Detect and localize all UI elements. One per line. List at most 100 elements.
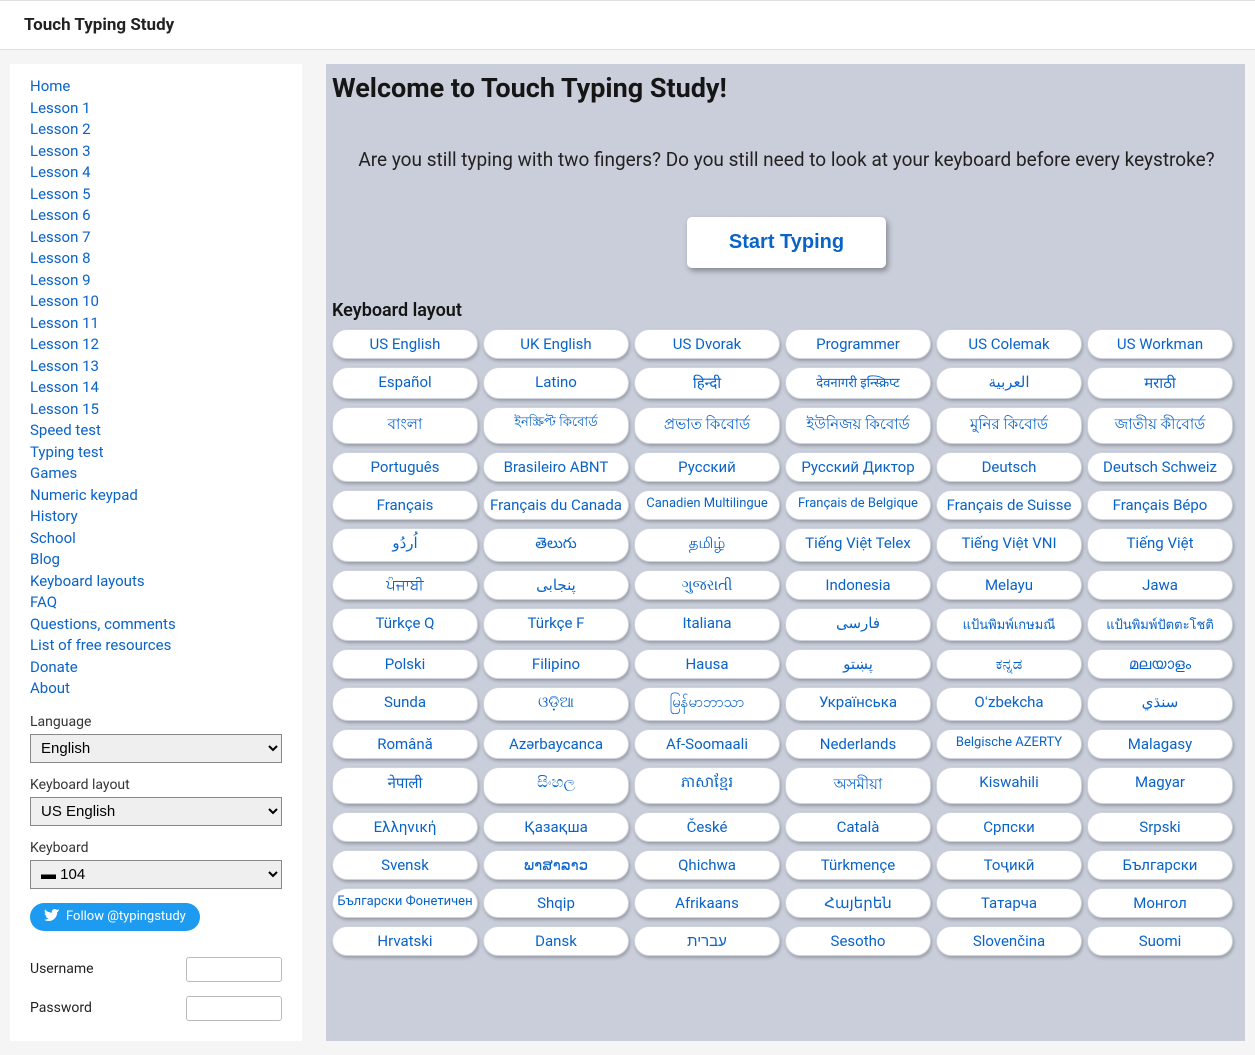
layout-button[interactable]: Српски xyxy=(936,812,1082,842)
layout-button[interactable]: Nederlands xyxy=(785,729,931,759)
sidebar-link[interactable]: Lesson 4 xyxy=(30,162,282,184)
layout-button[interactable]: Հայերեն xyxy=(785,888,931,918)
layout-button[interactable]: অসমীয়া xyxy=(785,767,931,804)
layout-button[interactable]: עברית xyxy=(634,926,780,956)
layout-button[interactable]: ইনস্ক্রিপ্ট কিবোর্ড xyxy=(483,407,629,444)
layout-button[interactable]: Polski xyxy=(332,649,478,679)
sidebar-link[interactable]: Lesson 12 xyxy=(30,334,282,356)
layout-button[interactable]: हिन्दी xyxy=(634,367,780,399)
sidebar-link[interactable]: Games xyxy=(30,463,282,485)
layout-button[interactable]: Shqip xyxy=(483,888,629,918)
layout-button[interactable]: Deutsch Schweiz xyxy=(1087,452,1233,482)
layout-button[interactable]: Indonesia xyxy=(785,570,931,600)
layout-button[interactable]: แป้นพิมพ์เกษมณี xyxy=(936,608,1082,641)
layout-button[interactable]: Português xyxy=(332,452,478,482)
layout-button[interactable]: اُردُو xyxy=(332,528,478,562)
layout-button[interactable]: Italiana xyxy=(634,608,780,641)
layout-button[interactable]: Srpski xyxy=(1087,812,1233,842)
sidebar-link[interactable]: List of free resources xyxy=(30,635,282,657)
layout-button[interactable]: Français de Belgique xyxy=(785,490,931,520)
layout-button[interactable]: Qhichwa xyxy=(634,850,780,880)
sidebar-link[interactable]: Lesson 15 xyxy=(30,399,282,421)
layout-button[interactable]: Tiếng Việt Telex xyxy=(785,528,931,562)
layout-button[interactable]: Українська xyxy=(785,687,931,721)
layout-button[interactable]: České xyxy=(634,812,780,842)
layout-button[interactable]: العربية xyxy=(936,367,1082,399)
sidebar-link[interactable]: Lesson 8 xyxy=(30,248,282,270)
layout-button[interactable]: বাংলা xyxy=(332,407,478,444)
sidebar-link[interactable]: Donate xyxy=(30,657,282,679)
layout-button[interactable]: Filipino xyxy=(483,649,629,679)
layout-button[interactable]: ଓଡ଼ିଆ xyxy=(483,687,629,721)
layout-button[interactable]: Canadien Multilingue xyxy=(634,490,780,520)
layout-button[interactable]: Türkmençe xyxy=(785,850,931,880)
layout-button[interactable]: Kiswahili xyxy=(936,767,1082,804)
sidebar-link[interactable]: Lesson 13 xyxy=(30,356,282,378)
layout-button[interactable]: Svensk xyxy=(332,850,478,880)
sidebar-link[interactable]: Typing test xyxy=(30,442,282,464)
layout-button[interactable]: Català xyxy=(785,812,931,842)
layout-button[interactable]: Sunda xyxy=(332,687,478,721)
layout-button[interactable]: Español xyxy=(332,367,478,399)
layout-button[interactable]: Татарча xyxy=(936,888,1082,918)
sidebar-link[interactable]: Questions, comments xyxy=(30,614,282,636)
layout-button[interactable]: Slovenčina xyxy=(936,926,1082,956)
layout-button[interactable]: سنڌي xyxy=(1087,687,1233,721)
layout-button[interactable]: แป้นพิมพ์ปัตตะโชติ xyxy=(1087,608,1233,641)
sidebar-link[interactable]: Lesson 2 xyxy=(30,119,282,141)
layout-button[interactable]: فارسی xyxy=(785,608,931,641)
layout-button[interactable]: Latino xyxy=(483,367,629,399)
sidebar-link[interactable]: History xyxy=(30,506,282,528)
username-input[interactable] xyxy=(186,957,282,982)
layout-button[interactable]: मराठी xyxy=(1087,367,1233,399)
layout-select[interactable]: US English xyxy=(30,797,282,826)
layout-button[interactable]: Русский Диктор xyxy=(785,452,931,482)
sidebar-link[interactable]: School xyxy=(30,528,282,550)
layout-button[interactable]: پښتو xyxy=(785,649,931,679)
layout-button[interactable]: Қазақша xyxy=(483,812,629,842)
layout-button[interactable]: ইউনিজয় কিবোর্ড xyxy=(785,407,931,444)
sidebar-link[interactable]: Numeric keypad xyxy=(30,485,282,507)
sidebar-link[interactable]: FAQ xyxy=(30,592,282,614)
sidebar-link[interactable]: Lesson 9 xyxy=(30,270,282,292)
keyboard-select[interactable]: ▬ 104 xyxy=(30,860,282,889)
layout-button[interactable]: සිංහල xyxy=(483,767,629,804)
sidebar-link[interactable]: Blog xyxy=(30,549,282,571)
layout-button[interactable]: প্রভাত কিবোর্ড xyxy=(634,407,780,444)
sidebar-link[interactable]: Lesson 7 xyxy=(30,227,282,249)
sidebar-link[interactable]: About xyxy=(30,678,282,700)
layout-button[interactable]: US Dvorak xyxy=(634,329,780,359)
twitter-follow-button[interactable]: Follow @typingstudy xyxy=(30,903,200,931)
layout-button[interactable]: Français du Canada xyxy=(483,490,629,520)
layout-button[interactable]: Български Фонетичен xyxy=(332,888,478,918)
layout-button[interactable]: తెలుగు xyxy=(483,528,629,562)
sidebar-link[interactable]: Lesson 1 xyxy=(30,98,282,120)
password-input[interactable] xyxy=(186,996,282,1021)
layout-button[interactable]: Français xyxy=(332,490,478,520)
sidebar-link[interactable]: Lesson 3 xyxy=(30,141,282,163)
layout-button[interactable]: Français Bépo xyxy=(1087,490,1233,520)
layout-button[interactable]: ಕನ್ನಡ xyxy=(936,649,1082,679)
layout-button[interactable]: Belgische AZERTY xyxy=(936,729,1082,759)
layout-button[interactable]: Hrvatski xyxy=(332,926,478,956)
layout-button[interactable]: ગુજરાતી xyxy=(634,570,780,600)
layout-button[interactable]: Deutsch xyxy=(936,452,1082,482)
layout-button[interactable]: Hausa xyxy=(634,649,780,679)
layout-button[interactable]: नेपाली xyxy=(332,767,478,804)
layout-button[interactable]: Afrikaans xyxy=(634,888,780,918)
sidebar-link[interactable]: Lesson 6 xyxy=(30,205,282,227)
layout-button[interactable]: Tiếng Việt VNI xyxy=(936,528,1082,562)
layout-button[interactable]: မြန်မာဘာသာ xyxy=(634,687,780,721)
language-select[interactable]: English xyxy=(30,734,282,763)
sidebar-link[interactable]: Lesson 10 xyxy=(30,291,282,313)
sidebar-link[interactable]: Lesson 5 xyxy=(30,184,282,206)
layout-button[interactable]: US Colemak xyxy=(936,329,1082,359)
layout-button[interactable]: Melayu xyxy=(936,570,1082,600)
layout-button[interactable]: UK English xyxy=(483,329,629,359)
layout-button[interactable]: Ελληνική xyxy=(332,812,478,842)
sidebar-link[interactable]: Lesson 11 xyxy=(30,313,282,335)
start-typing-button[interactable]: Start Typing xyxy=(687,217,886,268)
sidebar-link[interactable]: Speed test xyxy=(30,420,282,442)
layout-button[interactable]: Български xyxy=(1087,850,1233,880)
layout-button[interactable]: Türkçe F xyxy=(483,608,629,641)
